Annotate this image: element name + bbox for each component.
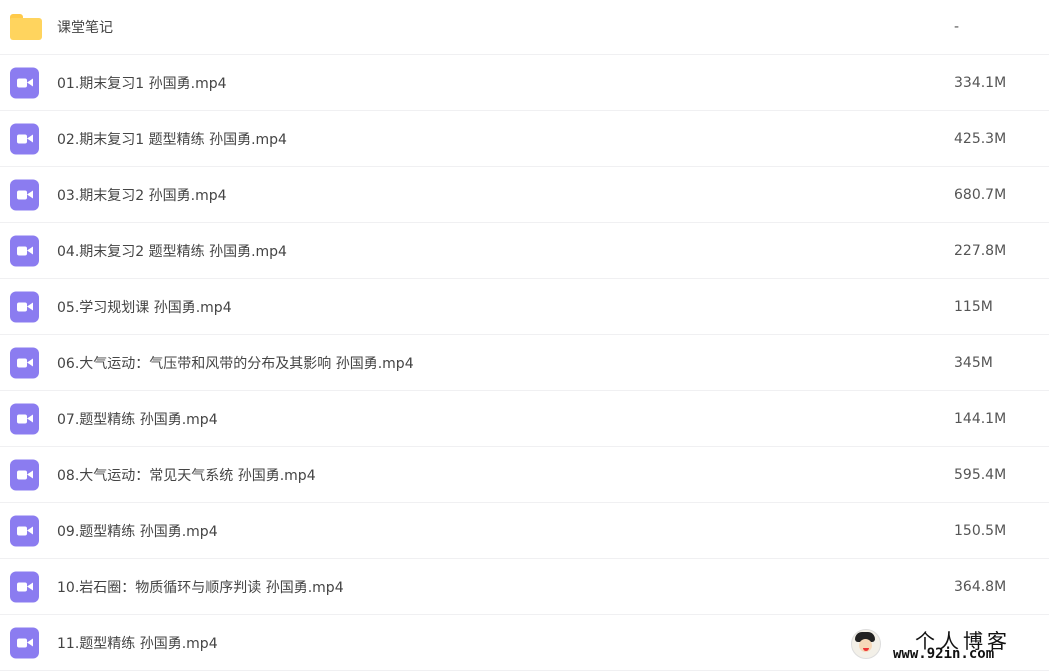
- list-item-folder[interactable]: 课堂笔记 -: [0, 0, 1049, 55]
- list-item[interactable]: 06.大气运动：气压带和风带的分布及其影响 孙国勇.mp4 345M: [0, 335, 1049, 391]
- file-name[interactable]: 10.岩石圈：物质循环与顺序判读 孙国勇.mp4: [57, 577, 344, 597]
- file-size: 680.7M: [954, 186, 1007, 203]
- file-name[interactable]: 01.期末复习1 孙国勇.mp4: [57, 73, 227, 93]
- file-name[interactable]: 03.期末复习2 孙国勇.mp4: [57, 185, 227, 205]
- file-name[interactable]: 07.题型精练 孙国勇.mp4: [57, 409, 218, 429]
- video-file-icon: [10, 571, 39, 602]
- video-file-icon: [10, 459, 39, 490]
- video-file-icon: [10, 347, 39, 378]
- file-size: 115M: [954, 298, 993, 315]
- video-file-icon: [10, 291, 39, 322]
- list-item[interactable]: 08.大气运动：常见天气系统 孙国勇.mp4 595.4M: [0, 447, 1049, 503]
- video-file-icon: [10, 235, 39, 266]
- file-size: -: [954, 19, 960, 35]
- watermark: 个人博客 www.92in.com: [851, 625, 1031, 662]
- file-size: 425.3M: [954, 130, 1007, 147]
- file-size: 144.1M: [954, 410, 1007, 427]
- file-size: 364.8M: [954, 578, 1007, 595]
- list-item[interactable]: 02.期末复习1 题型精练 孙国勇.mp4 425.3M: [0, 111, 1049, 167]
- file-name[interactable]: 02.期末复习1 题型精练 孙国勇.mp4: [57, 129, 287, 149]
- video-file-icon: [10, 515, 39, 546]
- file-name[interactable]: 课堂笔记: [57, 17, 113, 37]
- file-name[interactable]: 11.题型精练 孙国勇.mp4: [57, 633, 218, 653]
- file-name[interactable]: 04.期末复习2 题型精练 孙国勇.mp4: [57, 241, 287, 261]
- video-file-icon: [10, 123, 39, 154]
- file-size: 345M: [954, 354, 993, 371]
- mascot-icon: [851, 629, 881, 659]
- file-name[interactable]: 05.学习规划课 孙国勇.mp4: [57, 297, 232, 317]
- list-item[interactable]: 05.学习规划课 孙国勇.mp4 115M: [0, 279, 1049, 335]
- video-file-icon: [10, 403, 39, 434]
- folder-icon: [10, 14, 42, 40]
- list-item[interactable]: 09.题型精练 孙国勇.mp4 150.5M: [0, 503, 1049, 559]
- file-name[interactable]: 06.大气运动：气压带和风带的分布及其影响 孙国勇.mp4: [57, 353, 414, 373]
- list-item[interactable]: 01.期末复习1 孙国勇.mp4 334.1M: [0, 55, 1049, 111]
- video-file-icon: [10, 627, 39, 658]
- list-item[interactable]: 10.岩石圈：物质循环与顺序判读 孙国勇.mp4 364.8M: [0, 559, 1049, 615]
- file-list: 课堂笔记 - 01.期末复习1 孙国勇.mp4 334.1M 02.期末复习1 …: [0, 0, 1049, 671]
- watermark-url: www.92in.com: [893, 646, 995, 662]
- video-file-icon: [10, 67, 39, 98]
- file-size: 334.1M: [954, 74, 1007, 91]
- file-size: 227.8M: [954, 242, 1007, 259]
- list-item[interactable]: 07.题型精练 孙国勇.mp4 144.1M: [0, 391, 1049, 447]
- file-size: 595.4M: [954, 466, 1007, 483]
- file-size: 150.5M: [954, 522, 1007, 539]
- video-file-icon: [10, 179, 39, 210]
- list-item[interactable]: 03.期末复习2 孙国勇.mp4 680.7M: [0, 167, 1049, 223]
- list-item[interactable]: 04.期末复习2 题型精练 孙国勇.mp4 227.8M: [0, 223, 1049, 279]
- file-name[interactable]: 08.大气运动：常见天气系统 孙国勇.mp4: [57, 465, 316, 485]
- file-name[interactable]: 09.题型精练 孙国勇.mp4: [57, 521, 218, 541]
